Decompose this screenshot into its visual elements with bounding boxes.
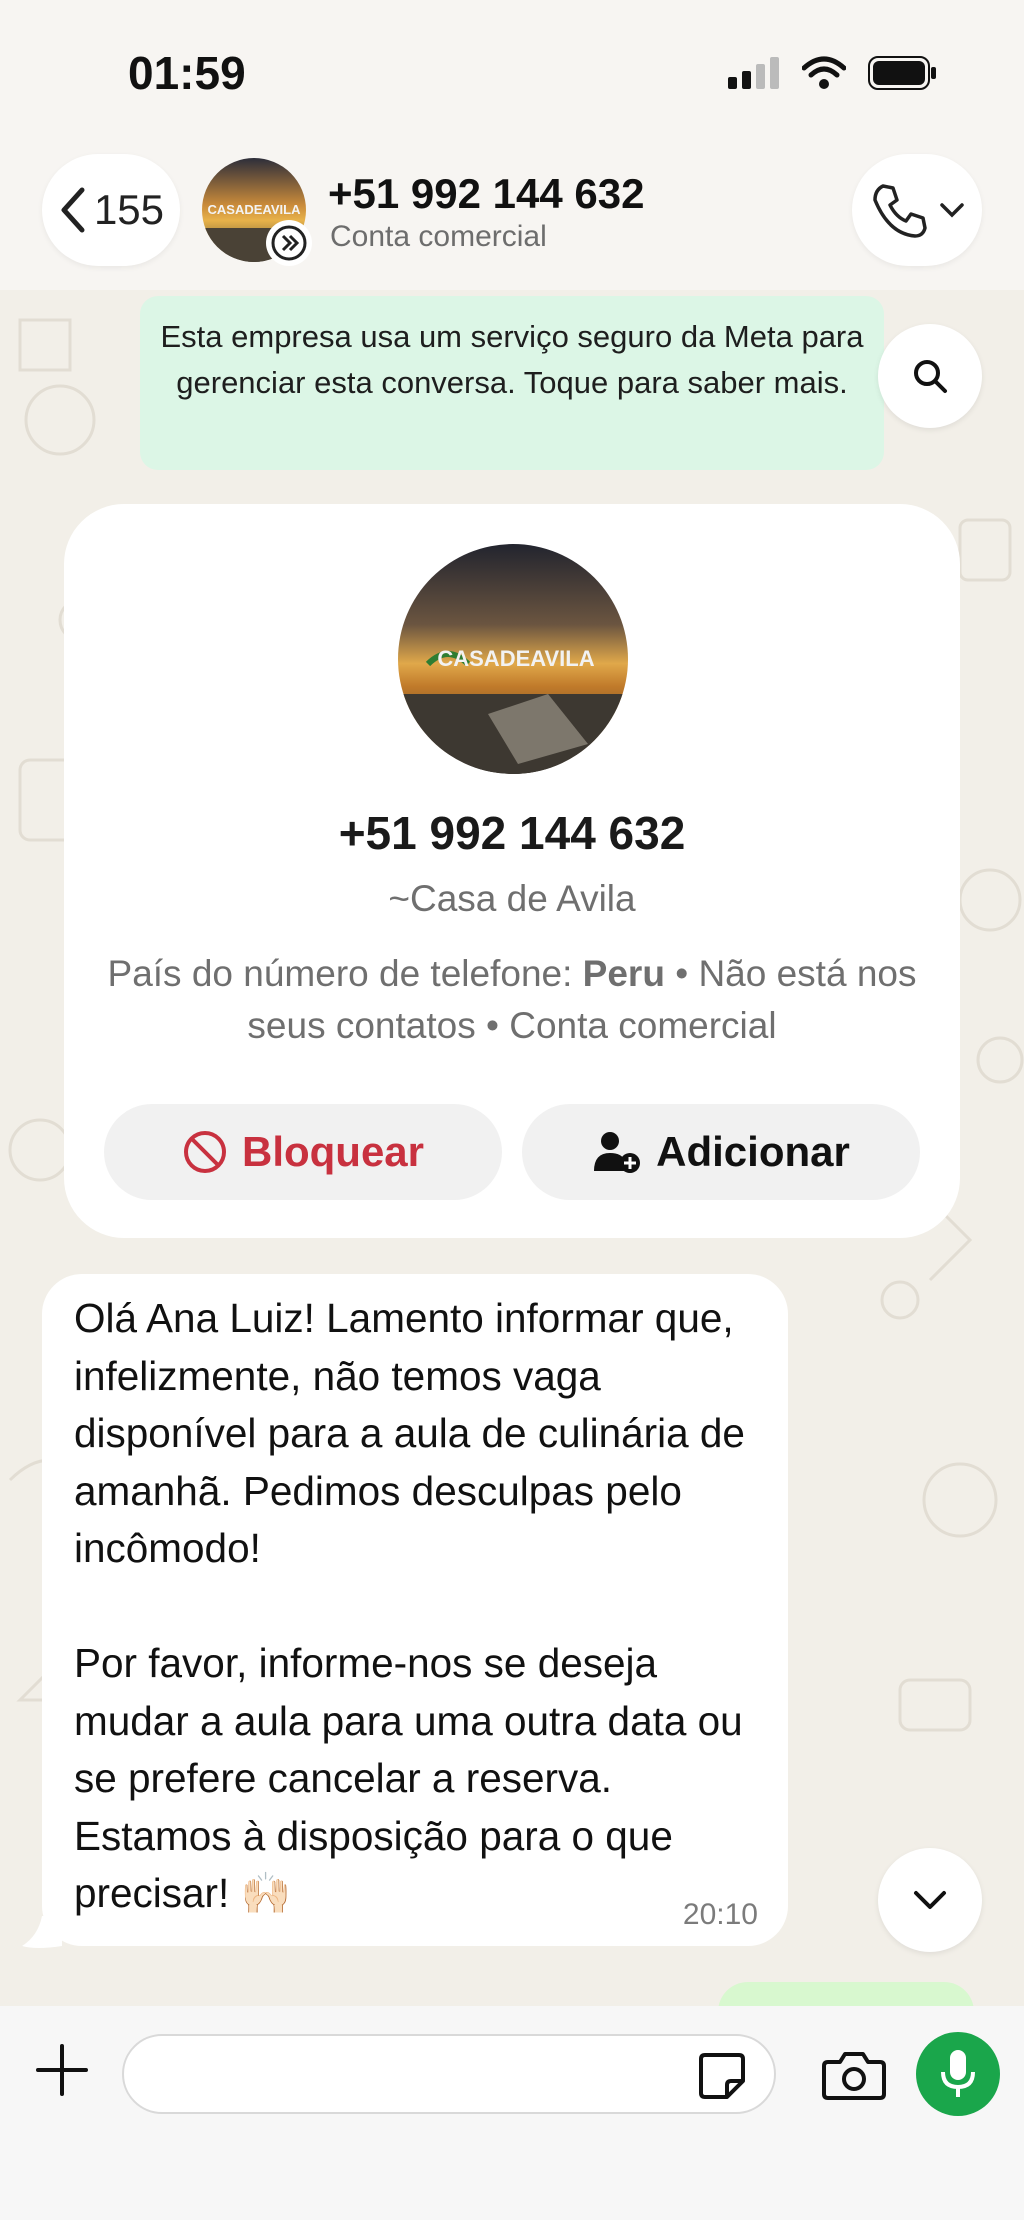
wifi-icon <box>802 56 846 89</box>
block-label: Bloquear <box>241 1128 425 1175</box>
sticker-icon <box>699 2053 745 2099</box>
add-contact-button[interactable]: Adicionar <box>522 1104 920 1200</box>
sticker-button[interactable] <box>694 2048 750 2104</box>
attach-button[interactable] <box>30 2038 94 2102</box>
chat-title[interactable]: +51 992 144 632 <box>328 170 644 218</box>
svg-text:CASADEAVILA: CASADEAVILA <box>208 202 302 217</box>
meta-secure-notice[interactable]: Esta empresa usa um serviço seguro da Me… <box>140 296 884 470</box>
business-badge-icon <box>266 220 312 266</box>
chat-subtitle: Conta comercial <box>330 220 547 253</box>
add-contact-icon <box>594 1132 641 1173</box>
info-prefix: País do número de telefone: <box>107 953 583 994</box>
search-icon <box>914 360 947 393</box>
message-time: 20:10 <box>682 1898 758 1931</box>
status-time: 01:59 <box>128 47 246 99</box>
chevron-down-small-icon <box>940 203 964 218</box>
chevron-down-icon <box>914 1891 946 1909</box>
info-country: Peru <box>582 953 665 994</box>
card-info-text: País do número de telefone: Peru • Não e… <box>104 948 920 1052</box>
call-button[interactable] <box>852 154 982 266</box>
phone-icon <box>873 184 927 238</box>
message-input[interactable] <box>122 2034 776 2114</box>
plus-icon <box>36 2044 88 2096</box>
message-text: Olá Ana Luiz! Lamento informar que, infe… <box>74 1295 745 1916</box>
message-composer <box>0 2006 1024 2220</box>
card-phone-number: +51 992 144 632 <box>338 807 686 859</box>
microphone-icon <box>941 2050 975 2097</box>
incoming-message[interactable]: Olá Ana Luiz! Lamento informar que, infe… <box>42 1274 788 1946</box>
status-bar: 01:59 <box>0 0 1024 140</box>
chevron-left-icon <box>61 187 85 233</box>
search-button[interactable] <box>878 324 982 428</box>
chat-header: 155 CASADEAVILA +51 992 144 632 Conta co… <box>0 140 1024 290</box>
signal-icon <box>728 57 779 89</box>
microphone-button[interactable] <box>916 2032 1000 2116</box>
camera-button[interactable] <box>818 2044 890 2108</box>
status-icons <box>728 56 938 90</box>
business-avatar[interactable]: CASADEAVILA <box>398 544 628 774</box>
unread-count: 155 <box>93 186 165 233</box>
back-button[interactable]: 155 <box>42 154 180 266</box>
add-label: Adicionar <box>656 1128 850 1175</box>
scroll-down-button[interactable] <box>878 1848 982 1952</box>
notice-text: Esta empresa usa um serviço seguro da Me… <box>160 319 864 400</box>
block-button[interactable]: Bloquear <box>104 1104 502 1200</box>
battery-icon <box>868 56 936 90</box>
logo-text: CASADEAVILA <box>437 646 594 671</box>
camera-icon <box>822 2052 886 2100</box>
card-business-name: ~Casa de Avila <box>388 878 636 919</box>
contact-info-card: CASADEAVILA +51 992 144 632 ~Casa de Avi… <box>64 504 960 1238</box>
block-icon <box>183 1131 226 1173</box>
